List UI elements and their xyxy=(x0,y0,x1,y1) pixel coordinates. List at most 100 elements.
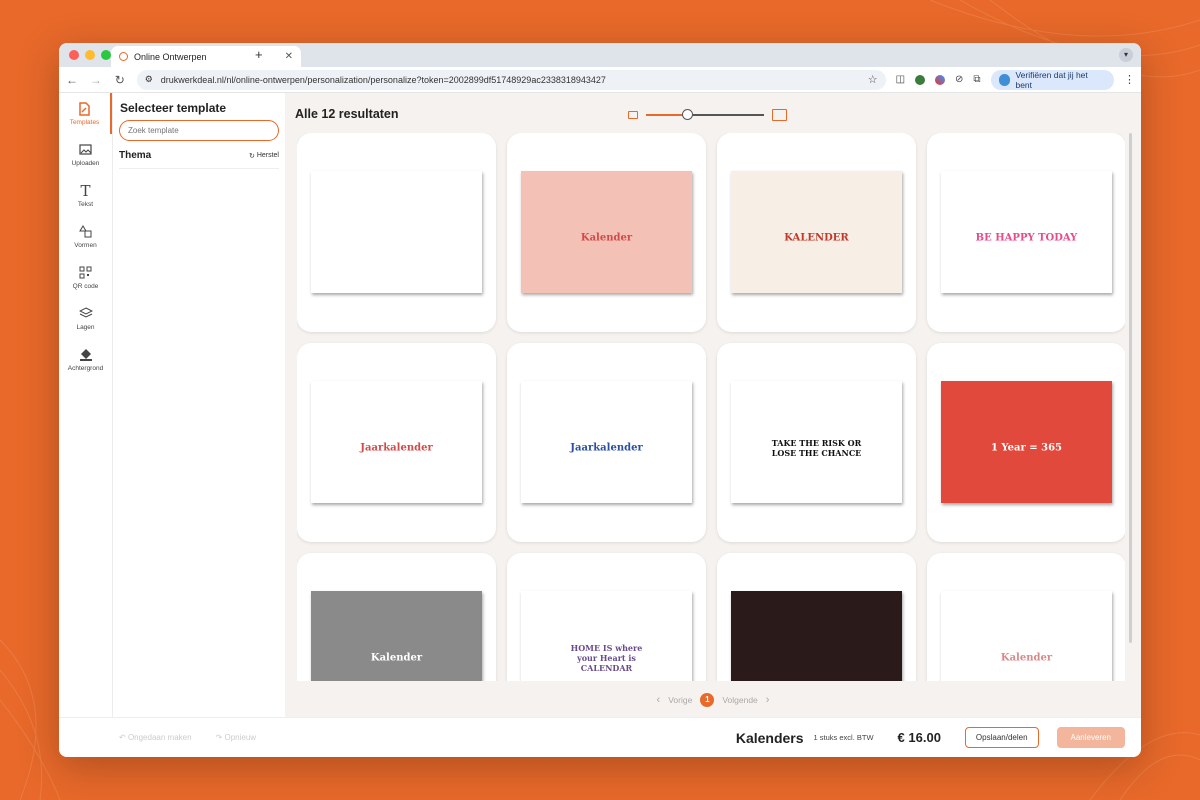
minimize-window-button[interactable] xyxy=(85,50,95,60)
template-thumbnail: 1 Year = 365 xyxy=(941,381,1112,503)
zoom-slider-fill xyxy=(646,114,688,116)
extension-icon[interactable] xyxy=(915,74,926,85)
rail-item-layers[interactable]: Lagen xyxy=(59,298,112,339)
window-controls xyxy=(69,50,111,60)
color-picker-icon[interactable] xyxy=(935,74,946,85)
redo-button[interactable]: ↷ Opnieuw xyxy=(216,733,257,742)
puzzle-icon[interactable]: ⧉ xyxy=(973,74,980,85)
template-thumbnail xyxy=(731,591,902,681)
large-image-icon[interactable] xyxy=(772,109,787,121)
text-icon: T xyxy=(80,181,91,200)
next-chevron-icon[interactable]: › xyxy=(766,694,770,706)
template-thumbnail: Kalender xyxy=(941,591,1112,681)
next-page-button[interactable]: Volgende xyxy=(722,695,757,705)
blocker-icon[interactable]: ⊘ xyxy=(955,74,963,85)
template-card[interactable]: Jaarkalender xyxy=(297,343,496,542)
zoom-slider[interactable] xyxy=(646,109,764,120)
profile-avatar-icon xyxy=(998,73,1011,86)
template-thumbnail: Jaarkalender xyxy=(521,381,692,503)
small-image-icon[interactable] xyxy=(628,111,638,119)
undo-icon: ↶ xyxy=(119,733,128,742)
tab-close-icon[interactable]: ✕ xyxy=(285,51,293,62)
redo-label: Opnieuw xyxy=(224,733,257,742)
rail-item-background[interactable]: Achtergrond xyxy=(59,339,112,380)
rail-label: Vormen xyxy=(74,241,97,249)
rail-item-qr[interactable]: QR code xyxy=(59,257,112,298)
paint-bucket-icon xyxy=(79,348,93,362)
template-thumbnail: KALENDER xyxy=(731,171,902,293)
template-thumbnail: Kalender xyxy=(311,591,482,681)
qr-icon xyxy=(79,266,93,280)
browser-toolbar: ← → ↻ ⚙ drukwerkdeal.nl/nl/online-ontwer… xyxy=(59,67,1141,93)
forward-icon[interactable]: → xyxy=(89,73,103,87)
maximize-window-button[interactable] xyxy=(101,50,111,60)
template-card[interactable]: Kalender xyxy=(927,553,1125,681)
template-icon xyxy=(78,101,92,116)
current-page[interactable]: 1 xyxy=(700,693,715,707)
zoom-control xyxy=(628,109,787,121)
scrollbar[interactable] xyxy=(1129,133,1132,643)
rail-label: Tekst xyxy=(77,200,94,208)
prev-chevron-icon[interactable]: ‹ xyxy=(657,694,661,706)
new-tab-button[interactable]: + xyxy=(255,47,263,62)
save-share-button[interactable]: Opslaan/delen xyxy=(964,727,1039,748)
prev-page-button[interactable]: Vorige xyxy=(668,695,692,705)
results-title: Alle 12 resultaten xyxy=(295,107,399,121)
close-window-button[interactable] xyxy=(69,50,79,60)
template-thumbnail: Kalender xyxy=(521,171,692,293)
product-name: Kalenders xyxy=(735,729,804,746)
deliver-button[interactable]: Aanleveren xyxy=(1056,727,1125,748)
template-label: Kalender xyxy=(580,232,633,244)
results-area: Alle 12 resultaten Kalender KALENDER BE HA… xyxy=(285,93,1141,717)
back-icon[interactable]: ← xyxy=(65,73,79,87)
panel-title: Selecteer template xyxy=(120,101,227,115)
browser-tab[interactable]: Online Ontwerpen ✕ xyxy=(111,46,301,67)
tab-search-icon[interactable]: ▾ xyxy=(1119,48,1133,62)
template-thumbnail: HOME IS where your Heart is CALENDAR xyxy=(521,591,692,681)
browser-menu-icon[interactable]: ⋮ xyxy=(1124,73,1135,86)
template-thumbnail: BE HAPPY TODAY xyxy=(941,171,1112,293)
template-card[interactable] xyxy=(717,553,916,681)
site-info-icon[interactable]: ⚙ xyxy=(145,74,153,85)
zoom-slider-knob[interactable] xyxy=(682,109,694,120)
reset-button[interactable]: ↻ Herstel xyxy=(249,152,279,160)
template-search-input[interactable] xyxy=(119,120,279,141)
template-label: KALENDER xyxy=(784,232,849,244)
address-bar[interactable]: ⚙ drukwerkdeal.nl/nl/online-ontwerpen/pe… xyxy=(136,69,886,90)
template-grid: Kalender KALENDER BE HAPPY TODAY Jaarkalend… xyxy=(297,133,1125,681)
extensions-area: ◫ ⊘ ⧉ xyxy=(896,74,981,85)
template-card[interactable]: TAKE THE RISK OR LOSE THE CHANCE xyxy=(717,343,916,542)
tool-rail: Templates Uploaden T Tekst Vormen QR cod… xyxy=(59,93,113,717)
undo-label: Ongedaan maken xyxy=(127,733,192,742)
rail-label: QR code xyxy=(72,282,99,290)
rail-item-templates[interactable]: Templates xyxy=(59,93,112,134)
camera-icon[interactable]: ◫ xyxy=(896,74,905,85)
template-card[interactable]: KALENDER xyxy=(717,133,916,332)
rail-item-upload[interactable]: Uploaden xyxy=(59,134,112,175)
template-card[interactable] xyxy=(297,133,496,332)
history-controls: ↶ Ongedaan maken ↷ Opnieuw xyxy=(119,733,256,742)
template-card[interactable]: Kalender xyxy=(297,553,496,681)
theme-row: Thema ↻ Herstel xyxy=(119,150,279,169)
rail-item-shapes[interactable]: Vormen xyxy=(59,216,112,257)
verify-label: Verifiëren dat jij het bent xyxy=(1015,69,1088,90)
footer-bar: ↶ Ongedaan maken ↷ Opnieuw Kalenders 1 s… xyxy=(59,717,1141,757)
template-card[interactable]: BE HAPPY TODAY xyxy=(927,133,1125,332)
template-card[interactable]: Jaarkalender xyxy=(507,343,706,542)
reload-icon[interactable]: ↻ xyxy=(113,73,127,87)
rail-label: Achtergrond xyxy=(67,364,104,372)
template-card[interactable]: 1 Year = 365 xyxy=(927,343,1125,542)
template-card[interactable]: Kalender xyxy=(507,133,706,332)
site-favicon-icon xyxy=(119,52,128,61)
undo-button[interactable]: ↶ Ongedaan maken xyxy=(119,733,192,742)
bookmark-star-icon[interactable]: ☆ xyxy=(868,73,878,86)
template-label: Kalender xyxy=(1000,652,1053,664)
template-card[interactable]: HOME IS where your Heart is CALENDAR xyxy=(507,553,706,681)
template-thumbnail: TAKE THE RISK OR LOSE THE CHANCE xyxy=(731,381,902,503)
template-thumbnail: Jaarkalender xyxy=(311,381,482,503)
editor-app: Templates Uploaden T Tekst Vormen QR cod… xyxy=(59,93,1141,757)
rail-item-text[interactable]: T Tekst xyxy=(59,175,112,216)
profile-verify-button[interactable]: Verifiëren dat jij het bent xyxy=(990,69,1115,90)
pagination: ‹ Vorige 1 Volgende › xyxy=(285,693,1141,707)
template-panel: Selecteer template Thema ↻ Herstel xyxy=(113,93,285,717)
